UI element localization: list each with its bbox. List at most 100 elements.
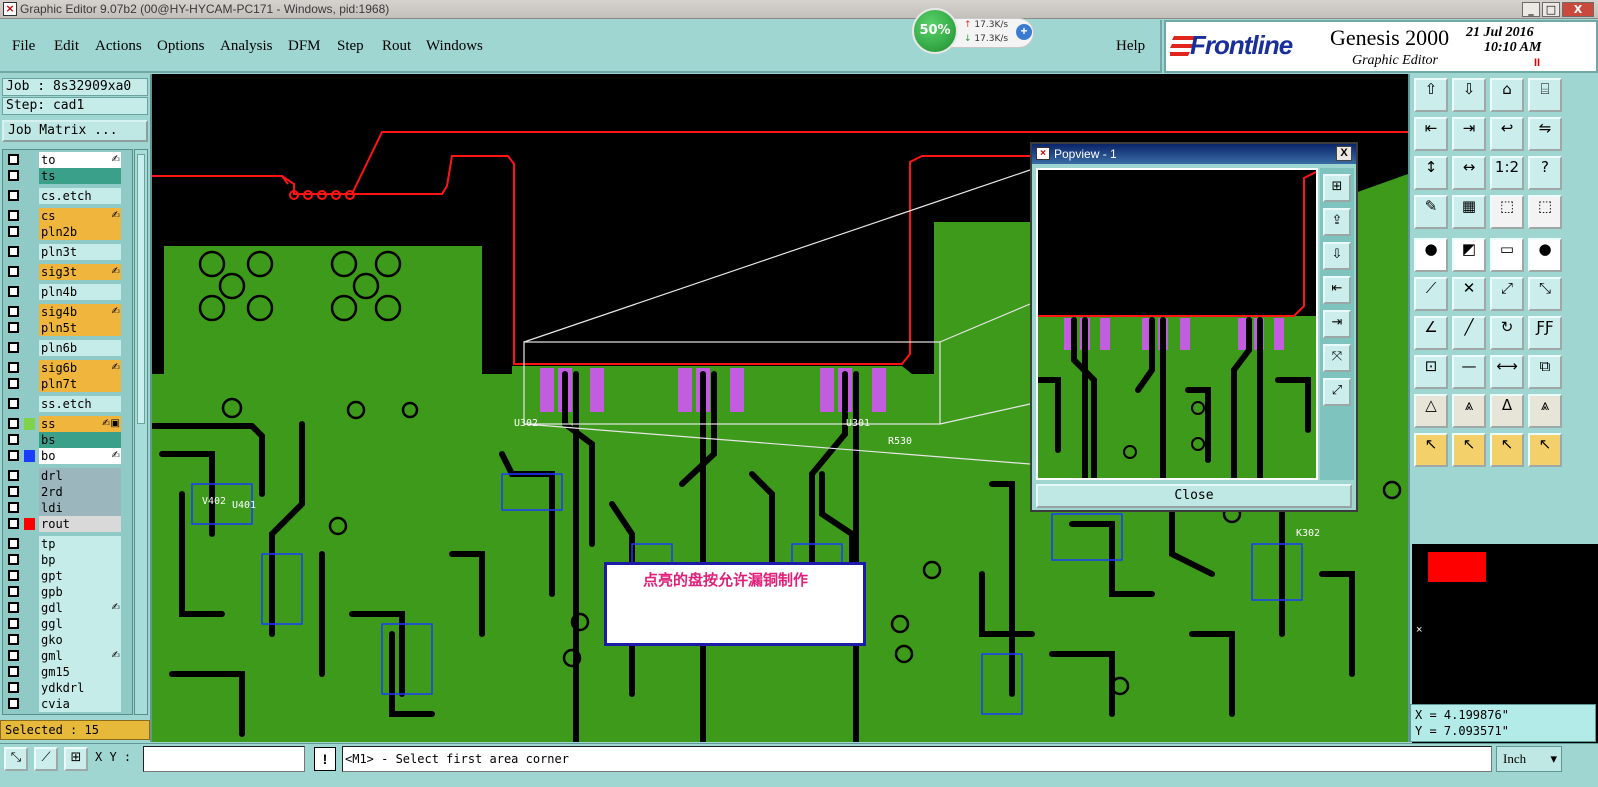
layer-checkbox[interactable] bbox=[8, 378, 19, 389]
layer-row-bp[interactable]: bp bbox=[3, 552, 132, 568]
warning-icon[interactable]: ! bbox=[314, 747, 336, 771]
layer-name[interactable]: sig3t bbox=[39, 264, 121, 280]
layer-checkbox[interactable] bbox=[8, 486, 19, 497]
plus-icon[interactable]: + bbox=[1016, 24, 1032, 40]
xy-input[interactable] bbox=[143, 746, 305, 772]
layer-name[interactable]: pln6b bbox=[39, 340, 121, 356]
layer-row-gm15[interactable]: gm15 bbox=[3, 664, 132, 680]
tool-button-r7-c3[interactable]: ⧉ bbox=[1528, 355, 1562, 389]
layer-checkbox[interactable] bbox=[8, 154, 19, 165]
layer-checkbox[interactable] bbox=[8, 342, 19, 353]
layer-checkbox[interactable] bbox=[8, 634, 19, 645]
layer-name[interactable]: cs.etch bbox=[39, 188, 121, 204]
menu-file[interactable]: File bbox=[12, 38, 35, 55]
job-matrix-button[interactable]: Job Matrix ... bbox=[2, 120, 148, 142]
layer-scrollbar[interactable] bbox=[134, 149, 148, 715]
tool-button-r2-c0[interactable]: ↕ bbox=[1414, 156, 1448, 190]
tool-button-r1-c1[interactable]: ⇥ bbox=[1452, 117, 1486, 151]
layer-name[interactable]: cvia bbox=[39, 696, 121, 712]
tool-button-r2-c2[interactable]: 1:2 bbox=[1490, 156, 1524, 190]
layer-name[interactable]: pln5t bbox=[39, 320, 121, 336]
layer-color-swatch[interactable] bbox=[24, 418, 35, 430]
layer-row-ldi[interactable]: ldi bbox=[3, 500, 132, 516]
menu-rout[interactable]: Rout bbox=[382, 38, 411, 55]
layer-row-ss[interactable]: ss ✍▣ bbox=[3, 416, 132, 432]
popview-tool-1[interactable]: ⇪ bbox=[1323, 208, 1351, 236]
minimize-button[interactable]: _ bbox=[1522, 2, 1540, 17]
menu-windows[interactable]: Windows bbox=[426, 38, 483, 55]
menu-actions[interactable]: Actions bbox=[95, 38, 142, 55]
layer-name[interactable]: drl bbox=[39, 468, 121, 484]
layer-name[interactable]: cs bbox=[39, 208, 121, 224]
layer-row-ydkdrl[interactable]: ydkdrl bbox=[3, 680, 132, 696]
layer-name[interactable]: tp bbox=[39, 536, 121, 552]
measure-icon[interactable]: ⟋ bbox=[34, 747, 58, 771]
layer-name[interactable]: sig4b bbox=[39, 304, 121, 320]
layer-name[interactable]: pln4b bbox=[39, 284, 121, 300]
layer-checkbox[interactable] bbox=[8, 470, 19, 481]
layer-name[interactable]: bs bbox=[39, 432, 121, 448]
layer-row-sig4b[interactable]: sig4b ✍ bbox=[3, 304, 132, 320]
tool-button-r7-c1[interactable]: — bbox=[1452, 355, 1486, 389]
tool-button-r8-c3[interactable]: ⩓ bbox=[1528, 394, 1562, 428]
layer-name[interactable]: ldi bbox=[39, 500, 121, 516]
tool-button-r4-c0[interactable]: ● bbox=[1414, 238, 1448, 272]
layer-checkbox[interactable] bbox=[8, 518, 19, 529]
tool-button-r3-c1[interactable]: ▦ bbox=[1452, 195, 1486, 229]
layer-row-gml[interactable]: gml ✍ bbox=[3, 648, 132, 664]
tool-button-r0-c2[interactable]: ⌂ bbox=[1490, 78, 1524, 112]
layer-name[interactable]: 2rd bbox=[39, 484, 121, 500]
menu-options[interactable]: Options bbox=[157, 38, 205, 55]
layer-row-cs.etch[interactable]: cs.etch bbox=[3, 188, 132, 204]
tool-button-r6-c1[interactable]: ╱ bbox=[1452, 316, 1486, 350]
layer-checkbox[interactable] bbox=[8, 570, 19, 581]
layer-row-pln5t[interactable]: pln5t bbox=[3, 320, 132, 336]
popview-tool-5[interactable]: ⤧ bbox=[1323, 344, 1351, 372]
popview-tool-6[interactable]: ⤢ bbox=[1323, 378, 1351, 406]
tool-button-r1-c0[interactable]: ⇤ bbox=[1414, 117, 1448, 151]
tool-button-r7-c0[interactable]: ⊡ bbox=[1414, 355, 1448, 389]
layer-name[interactable]: gm15 bbox=[39, 664, 121, 680]
tool-button-r1-c2[interactable]: ↩ bbox=[1490, 117, 1524, 151]
layer-checkbox[interactable] bbox=[8, 210, 19, 221]
tool-button-r0-c3[interactable]: ⌸ bbox=[1528, 78, 1562, 112]
layer-checkbox[interactable] bbox=[8, 618, 19, 629]
popview-close-button[interactable]: Close bbox=[1036, 484, 1352, 508]
layer-name[interactable]: rout bbox=[39, 516, 121, 532]
layer-checkbox[interactable] bbox=[8, 266, 19, 277]
popview-tool-0[interactable]: ⊞ bbox=[1323, 174, 1351, 202]
tool-button-r5-c0[interactable]: ⟋ bbox=[1414, 277, 1448, 311]
tool-button-r3-c0[interactable]: ✎ bbox=[1414, 195, 1448, 229]
popview-tool-3[interactable]: ⇤ bbox=[1323, 276, 1351, 304]
layer-checkbox[interactable] bbox=[8, 538, 19, 549]
layer-checkbox[interactable] bbox=[8, 682, 19, 693]
menu-analysis[interactable]: Analysis bbox=[220, 38, 273, 55]
layer-name[interactable]: sig6b bbox=[39, 360, 121, 376]
layer-row-ss.etch[interactable]: ss.etch bbox=[3, 396, 132, 412]
tool-button-r2-c1[interactable]: ↔ bbox=[1452, 156, 1486, 190]
layer-checkbox[interactable] bbox=[8, 666, 19, 677]
units-selector[interactable]: Inch ▾ bbox=[1496, 746, 1562, 772]
tool-button-r9-c0[interactable]: ↖ bbox=[1414, 433, 1448, 467]
layer-row-pln3t[interactable]: pln3t bbox=[3, 244, 132, 260]
layer-name[interactable]: ydkdrl bbox=[39, 680, 121, 696]
network-speed-widget[interactable]: 50% ↑ 17.3K/s ↓ 17.3K/s + bbox=[912, 8, 1036, 56]
layer-row-gpt[interactable]: gpt bbox=[3, 568, 132, 584]
layer-row-sig3t[interactable]: sig3t ✍ bbox=[3, 264, 132, 280]
layer-checkbox[interactable] bbox=[8, 286, 19, 297]
maximize-button[interactable]: □ bbox=[1542, 2, 1560, 17]
layer-name[interactable]: bo bbox=[39, 448, 121, 464]
layer-checkbox[interactable] bbox=[8, 322, 19, 333]
tool-button-r8-c1[interactable]: ⩓ bbox=[1452, 394, 1486, 428]
layer-row-bs[interactable]: bs bbox=[3, 432, 132, 448]
layer-row-pln6b[interactable]: pln6b bbox=[3, 340, 132, 356]
tool-button-r4-c1[interactable]: ◩ bbox=[1452, 238, 1486, 272]
popview-close-x-button[interactable]: X bbox=[1336, 146, 1352, 161]
layer-row-cs[interactable]: cs ✍ bbox=[3, 208, 132, 224]
tool-button-r8-c2[interactable]: Δ bbox=[1490, 394, 1524, 428]
tool-button-r4-c2[interactable]: ▭ bbox=[1490, 238, 1524, 272]
layer-checkbox[interactable] bbox=[8, 306, 19, 317]
layer-row-tp[interactable]: tp bbox=[3, 536, 132, 552]
layer-row-pln7t[interactable]: pln7t bbox=[3, 376, 132, 392]
layer-name[interactable]: gdl bbox=[39, 600, 121, 616]
